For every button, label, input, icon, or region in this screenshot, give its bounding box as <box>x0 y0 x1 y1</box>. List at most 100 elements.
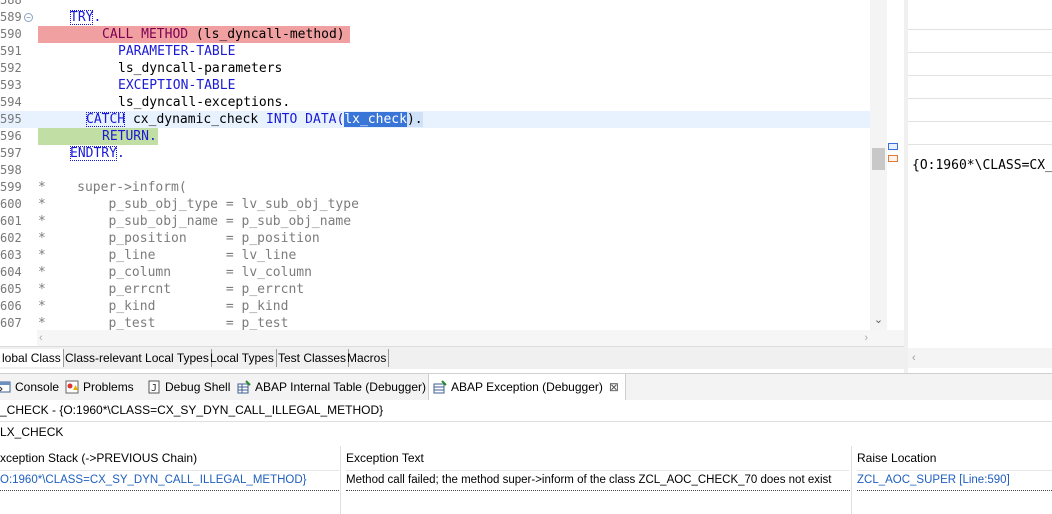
code-editor[interactable]: 588 589 − TRY. 590 CALL METHOD (ls_dynca… <box>0 0 870 330</box>
line-number: 604 <box>0 265 22 279</box>
keyword-parameter-table: PARAMETER-TABLE <box>118 44 236 59</box>
variable-row[interactable] <box>908 122 1052 145</box>
comment-line: * p_column = lv_column <box>38 265 312 280</box>
variable-row[interactable] <box>908 7 1052 30</box>
fold-collapse-icon[interactable]: − <box>24 13 33 22</box>
scrollbar-thumb[interactable] <box>872 148 885 170</box>
editor-vertical-scrollbar[interactable]: ⌄ <box>870 0 887 330</box>
line-number: 601 <box>0 214 22 228</box>
variable-row[interactable] <box>908 53 1052 76</box>
editor-source-tabs: lobal Class Class-relevant Local Types L… <box>0 346 904 369</box>
code-line-607[interactable]: 607 * p_test = p_test <box>0 315 870 330</box>
raise-location-link[interactable]: ZCL_AOC_SUPER [Line:590] <box>857 470 1052 491</box>
exception-variable-field[interactable]: LX_CHECK <box>0 422 1052 442</box>
panel-horizontal-scrollbar[interactable]: ‹ <box>908 348 1052 368</box>
code-line-588[interactable]: 588 <box>0 0 870 9</box>
line-number: 603 <box>0 248 22 262</box>
code-line-593[interactable]: 593 EXCEPTION-TABLE <box>0 77 870 94</box>
code-line-606[interactable]: 606 * p_kind = p_kind <box>0 298 870 315</box>
scroll-left-arrow-icon[interactable]: ‹ <box>39 330 43 346</box>
tab-problems[interactable]: Problems <box>65 374 134 401</box>
comment-line: * super->inform( <box>38 180 187 195</box>
code-line-592[interactable]: 592 ls_dyncall-parameters <box>0 60 870 77</box>
line-number: 591 <box>0 44 22 58</box>
keyword-catch: CATCH <box>86 112 126 127</box>
line-number: 596 <box>0 129 22 143</box>
line-number: 605 <box>0 282 22 296</box>
code-line-597[interactable]: 597 ENDTRY. <box>0 145 870 162</box>
variable-value[interactable]: {O:1960*\CLASS=CX_ <box>912 157 1052 174</box>
exception-icon <box>433 380 447 394</box>
tab-debug-shell[interactable]: J Debug Shell <box>147 374 230 401</box>
tab-local-types[interactable]: Local Types <box>208 349 277 367</box>
column-header-exception-text[interactable]: Exception Text <box>346 446 849 471</box>
keyword-exception-table: EXCEPTION-TABLE <box>118 78 236 93</box>
comment-line: * p_sub_obj_name = p_sub_obj_name <box>38 214 352 229</box>
code-line-591[interactable]: 591 PARAMETER-TABLE <box>0 43 870 60</box>
selected-variable[interactable]: lx_check <box>344 112 407 127</box>
line-number: 607 <box>0 316 22 330</box>
code-line-604[interactable]: 604 * p_column = lv_column <box>0 264 870 281</box>
code-line-605[interactable]: 605 * p_errcnt = p_errcnt <box>0 281 870 298</box>
tab-abap-internal-table[interactable]: ABAP Internal Table (Debugger) <box>237 374 426 401</box>
scroll-right-arrow-icon[interactable]: › <box>864 330 868 346</box>
exception-text-cell[interactable]: Method call failed; the method super->in… <box>346 470 850 491</box>
code-line-598[interactable]: 598 <box>0 162 870 179</box>
code-line-596[interactable]: 596 RETURN. <box>0 128 870 145</box>
variables-panel[interactable]: {O:1960*\CLASS=CX_ ‹ <box>908 0 1052 373</box>
tab-test-classes[interactable]: Test Classes <box>276 349 350 367</box>
tab-global-class[interactable]: lobal Class <box>0 349 64 367</box>
line-number: 606 <box>0 299 22 313</box>
code-line-595-current[interactable]: 595 CATCH cx_dynamic_check INTO DATA(lx_… <box>0 111 870 128</box>
variable-row[interactable] <box>908 30 1052 53</box>
console-icon <box>0 381 11 393</box>
code-line-590[interactable]: 590 CALL METHOD (ls_dyncall-method) <box>0 26 870 43</box>
code-line-594[interactable]: 594 ls_dyncall-exceptions. <box>0 94 870 111</box>
comment-line: * p_line = lv_line <box>38 248 297 263</box>
overview-ruler[interactable] <box>887 0 904 330</box>
column-header-exception-stack[interactable]: xception Stack (->PREVIOUS Chain) <box>0 446 339 471</box>
editor-horizontal-scrollbar[interactable]: ‹ › <box>37 330 870 346</box>
line-number: 589 <box>0 10 22 24</box>
comment-line: * p_test = p_test <box>38 316 289 330</box>
scroll-down-arrow-icon[interactable]: ⌄ <box>870 312 887 329</box>
problems-icon <box>65 380 79 394</box>
tab-class-relevant-local-types[interactable]: Class-relevant Local Types <box>63 349 212 367</box>
line-number: 597 <box>0 146 22 160</box>
tab-abap-exception[interactable]: ABAP Exception (Debugger) ⊠ <box>428 374 626 401</box>
variable-row[interactable] <box>908 99 1052 122</box>
line-number: 590 <box>0 27 22 41</box>
keyword-call-method: CALL METHOD <box>102 27 189 42</box>
svg-text:J: J <box>151 383 157 394</box>
code-line-600[interactable]: 600 * p_sub_obj_type = lv_sub_obj_type <box>0 196 870 213</box>
line-number: 588 <box>0 0 22 7</box>
exception-view-title: _CHECK - {O:1960*\CLASS=CX_SY_DYN_CALL_I… <box>0 400 1052 420</box>
close-tab-icon[interactable]: ⊠ <box>609 380 619 394</box>
tab-macros[interactable]: Macros <box>345 349 390 367</box>
code-line-589[interactable]: 589 − TRY. <box>0 9 870 26</box>
line-number: 592 <box>0 61 22 75</box>
column-header-raise-location[interactable]: Raise Location <box>857 446 1052 471</box>
code-line-599[interactable]: 599 * super->inform( <box>0 179 870 196</box>
comment-line: * p_errcnt = p_errcnt <box>38 282 305 297</box>
line-number: 593 <box>0 78 22 92</box>
column-divider[interactable] <box>851 446 852 514</box>
exception-stack-entry[interactable]: O:1960*\CLASS=CX_SY_DYN_CALL_ILLEGAL_MET… <box>0 470 339 491</box>
view-tab-bar: Console Problems J Debug Shell ABAP Inter… <box>0 373 1052 402</box>
keyword-return: RETURN. <box>102 129 157 144</box>
scroll-left-arrow-icon[interactable]: ‹ <box>912 348 916 368</box>
code-line-601[interactable]: 601 * p_sub_obj_name = p_sub_obj_name <box>0 213 870 230</box>
column-divider[interactable] <box>340 446 341 514</box>
debug-shell-icon: J <box>148 380 160 394</box>
line-number: 598 <box>0 163 22 177</box>
warning-marker[interactable] <box>888 155 898 162</box>
scrollbar-corner <box>870 330 904 346</box>
line-number: 595 <box>0 112 22 126</box>
code-line-602[interactable]: 602 * p_position = p_position <box>0 230 870 247</box>
variable-row[interactable] <box>908 76 1052 99</box>
comment-line: * p_position = p_position <box>38 231 320 246</box>
line-number: 599 <box>0 180 22 194</box>
tab-console[interactable]: Console <box>0 374 59 401</box>
occurrence-marker[interactable] <box>888 143 898 150</box>
code-line-603[interactable]: 603 * p_line = lv_line <box>0 247 870 264</box>
